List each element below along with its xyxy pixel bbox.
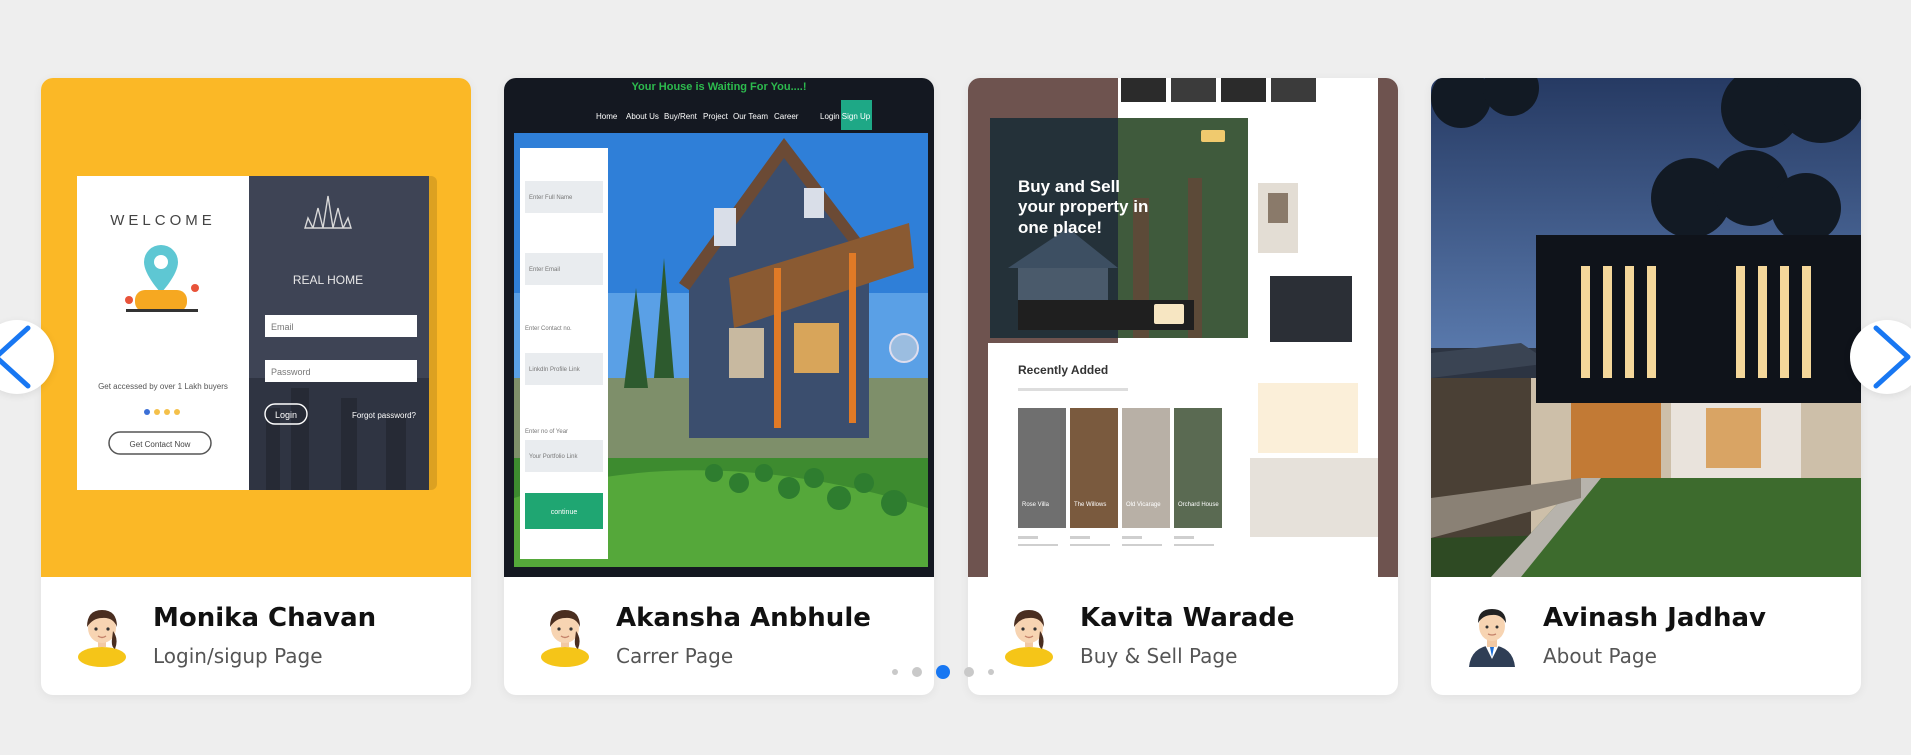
preview-cta: Get Contact Now <box>130 440 191 449</box>
member-role: About Page <box>1543 644 1657 668</box>
preview-email-field: Email <box>271 322 294 332</box>
female-avatar-icon <box>78 610 126 667</box>
member-name: Kavita Warade <box>1080 603 1295 633</box>
chevron-right-icon <box>1873 325 1911 389</box>
preview-nav-team: Our Team <box>733 112 768 121</box>
member-name: Avinash Jadhav <box>1543 603 1766 633</box>
preview-field-email: Enter Email <box>529 267 560 273</box>
female-avatar-icon <box>1005 610 1053 667</box>
preview-listing-1: Rose Villa <box>1022 502 1050 508</box>
preview-career-page[interactable]: Your House is Waiting For You....! Home … <box>504 78 934 577</box>
preview-welcome-text: WELCOME <box>110 212 216 229</box>
card-info: Kavita Warade Buy & Sell Page <box>968 577 1398 695</box>
preview-nav-signup: Sign Up <box>842 112 871 121</box>
pagination-dot[interactable] <box>988 669 994 675</box>
preview-headline: Your House is Waiting For You....! <box>632 81 807 93</box>
preview-nav-career: Career <box>774 112 799 121</box>
carousel-next-button[interactable] <box>1850 320 1911 394</box>
card-info: Avinash Jadhav About Page <box>1431 577 1861 695</box>
preview-listing-3: Old Vicarage <box>1126 502 1161 508</box>
preview-brand: REAL HOME <box>293 273 363 287</box>
preview-nav-login: Login <box>820 112 840 121</box>
member-role: Carrer Page <box>616 644 734 668</box>
pagination-dot[interactable] <box>912 667 922 677</box>
preview-hero-line-2: your property in <box>1018 197 1148 216</box>
preview-hero-line-3: one place! <box>1018 218 1102 237</box>
chevron-left-icon <box>0 325 31 389</box>
preview-forgot-link: Forgot password? <box>352 411 417 420</box>
carousel: WELCOME Get accessed by over 1 Lakh buye… <box>0 0 1911 755</box>
preview-listing-2: The Willows <box>1074 502 1106 508</box>
preview-nav-about: About Us <box>626 112 659 121</box>
preview-login-button: Login <box>275 410 297 420</box>
project-card-kavita[interactable]: Buy and Sell your property in one place!… <box>968 78 1398 695</box>
preview-nav-home: Home <box>596 112 618 121</box>
project-card-akansha[interactable]: Your House is Waiting For You....! Home … <box>504 78 934 695</box>
member-name: Monika Chavan <box>153 603 377 633</box>
pagination-dot[interactable] <box>892 669 898 675</box>
preview-password-field: Password <box>271 367 311 377</box>
preview-recent-heading: Recently Added <box>1018 363 1108 377</box>
preview-field-contact: Enter Contact no. <box>525 326 572 332</box>
preview-field-years: Enter no of Year <box>525 429 568 435</box>
project-card-monika[interactable]: WELCOME Get accessed by over 1 Lakh buye… <box>41 78 471 695</box>
card-info: Monika Chavan Login/sigup Page <box>41 577 471 695</box>
project-card-avinash[interactable]: Avinash Jadhav About Page <box>1431 78 1861 695</box>
member-role: Buy & Sell Page <box>1080 644 1238 668</box>
preview-tagline: Get accessed by over 1 Lakh buyers <box>98 382 228 391</box>
preview-buy-sell-page[interactable]: Buy and Sell your property in one place!… <box>968 78 1398 577</box>
pagination-dot[interactable] <box>964 667 974 677</box>
preview-field-linkedin: LinkdIn Profile Link <box>529 367 581 373</box>
preview-nav-project: Project <box>703 112 729 121</box>
preview-listing-4: Orchard House <box>1178 502 1219 508</box>
preview-field-name: Enter Full Name <box>529 195 573 201</box>
preview-nav-buy: Buy/Rent <box>664 112 698 121</box>
member-role: Login/sigup Page <box>153 644 323 668</box>
preview-field-portfolio: Your Portfolio Link <box>529 454 578 460</box>
pagination-dot-active[interactable] <box>936 665 950 679</box>
carousel-prev-button[interactable] <box>0 320 54 394</box>
preview-hero-line-1: Buy and Sell <box>1018 177 1120 196</box>
preview-login-page[interactable]: WELCOME Get accessed by over 1 Lakh buye… <box>41 78 471 577</box>
male-avatar-icon <box>1469 609 1515 667</box>
female-avatar-icon <box>541 610 589 667</box>
preview-continue-button: continue <box>551 509 578 516</box>
carousel-track: WELCOME Get accessed by over 1 Lakh buye… <box>0 0 1911 755</box>
card-info: Akansha Anbhule Carrer Page <box>504 577 934 695</box>
carousel-pagination <box>892 664 994 680</box>
member-name: Akansha Anbhule <box>616 603 871 633</box>
preview-about-page[interactable] <box>1431 78 1861 577</box>
